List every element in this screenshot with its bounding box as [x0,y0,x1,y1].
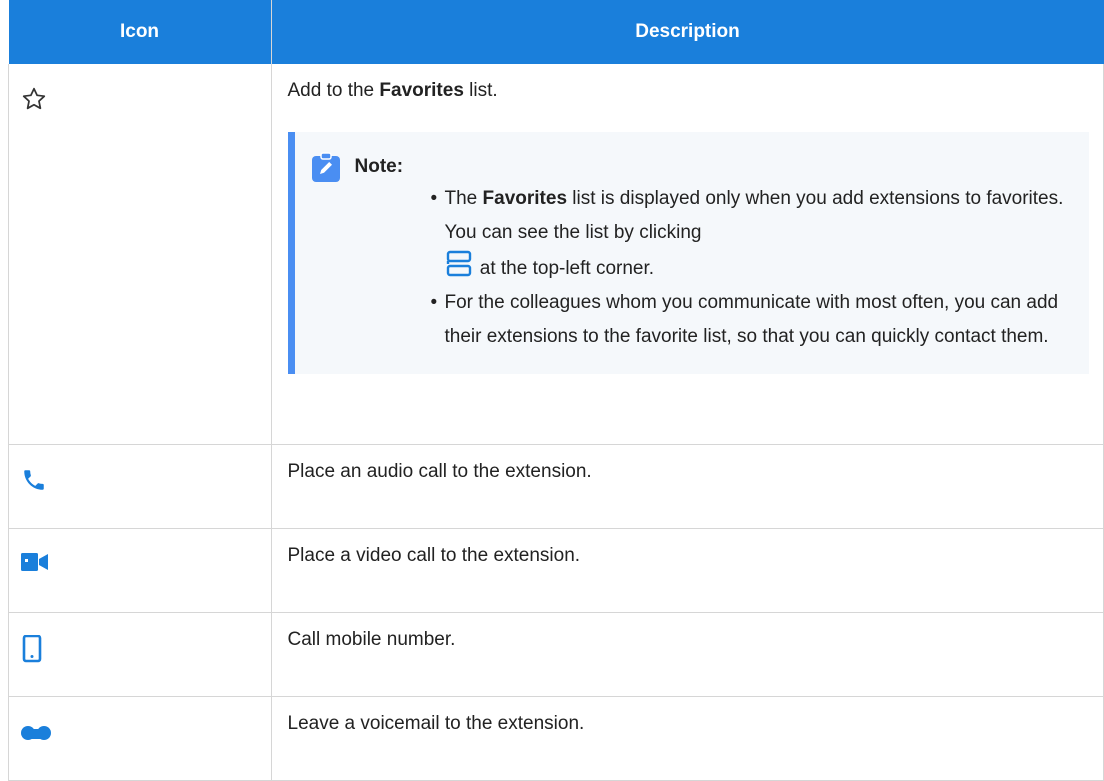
voicemail-icon [21,725,51,740]
video-camera-icon [21,552,48,571]
description-cell: Call mobile number. [270,612,1104,697]
icon-cell [8,444,272,529]
table-row: Call mobile number. [8,612,1104,697]
icon-cell [8,528,272,613]
description-cell: Place an audio call to the extension. [270,444,1104,529]
icon-cell [8,64,272,445]
table-header-row: Icon Description [8,0,1104,64]
note-box: Note: The Favorites list is displayed on… [287,132,1089,374]
phone-icon [24,469,44,490]
mobile-phone-icon [22,634,42,662]
icon-cell [8,612,272,697]
note-list-item: For the colleagues whom you communicate … [431,286,1066,354]
note-list-item: The Favorites list is displayed only whe… [431,182,1066,286]
description-cell: Add to the Favorites list. Note: The Fav… [270,64,1104,445]
note-edit-icon [311,152,340,182]
table-row: Add to the Favorites list. Note: The Fav… [8,64,1104,445]
table-row: Place a video call to the extension. [8,528,1104,613]
description-cell: Place a video call to the extension. [270,528,1104,613]
favorites-description: Add to the Favorites list. [287,80,498,101]
note-list: The Favorites list is displayed only whe… [311,182,1066,354]
column-header-icon: Icon [8,0,272,64]
sidebar-list-icon [446,250,471,277]
column-header-description: Description [271,0,1104,64]
icon-table: Icon Description Add to the Favorites li… [8,0,1104,781]
note-title: Note: [354,156,404,177]
description-cell: Leave a voicemail to the extension. [270,696,1104,781]
table-row: Leave a voicemail to the extension. [8,696,1104,781]
table-row: Place an audio call to the extension. [8,444,1104,529]
star-outline-icon [22,87,46,110]
icon-cell [8,696,272,781]
